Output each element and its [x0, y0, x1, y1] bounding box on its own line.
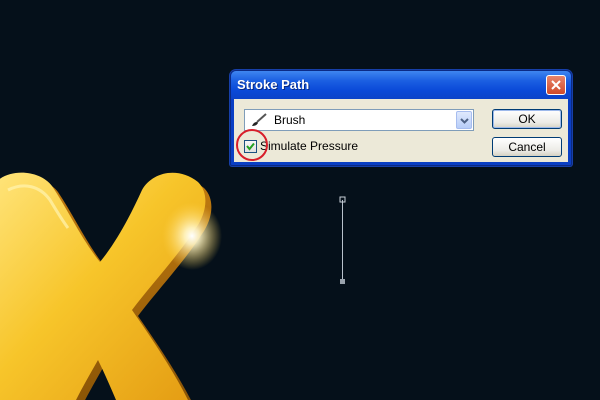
gold-x-letter: [0, 172, 222, 400]
chevron-down-icon: [460, 118, 469, 124]
brush-icon: [252, 113, 267, 126]
tool-select[interactable]: Brush: [244, 109, 474, 131]
work-path: [339, 196, 346, 284]
close-button[interactable]: [546, 75, 566, 95]
simulate-pressure-label[interactable]: Simulate Pressure: [260, 139, 358, 153]
highlight-circle-annotation: [236, 129, 268, 161]
tool-select-value: Brush: [274, 113, 306, 127]
cancel-button[interactable]: Cancel: [492, 137, 562, 157]
dialog-body: Brush Simulate Pressure OK Cancel: [234, 99, 568, 162]
close-icon: [551, 80, 561, 90]
stroke-path-dialog: Stroke Path Brush Simulate Pressure OK C…: [230, 70, 572, 166]
dialog-title-bar[interactable]: Stroke Path: [231, 71, 571, 99]
ok-button[interactable]: OK: [492, 109, 562, 129]
dropdown-arrow-button[interactable]: [456, 111, 472, 129]
document-canvas: [0, 172, 346, 400]
lens-glow: [162, 202, 222, 270]
dialog-title: Stroke Path: [237, 77, 310, 92]
path-anchor-bottom[interactable]: [340, 279, 345, 284]
